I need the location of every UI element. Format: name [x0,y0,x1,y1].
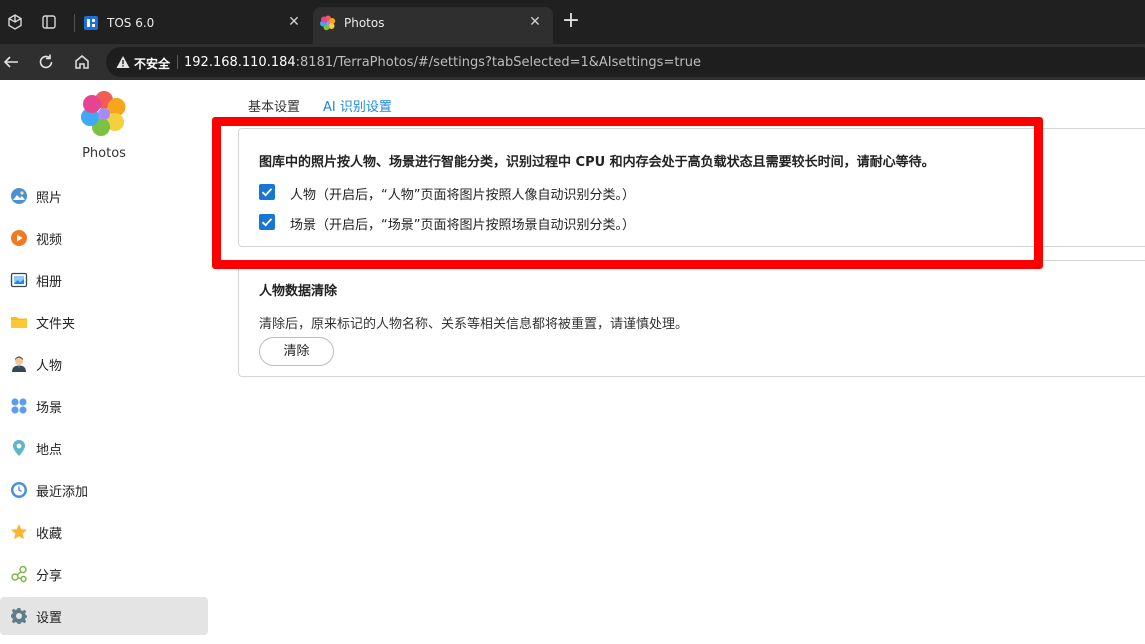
tab-actions-icon[interactable] [39,12,59,32]
url-text[interactable]: 192.168.110.184:8181/TerraPhotos/#/setti… [184,55,701,70]
new-tab-button[interactable]: + [560,10,582,33]
sidebar-item-photos[interactable]: 照片 [0,177,208,215]
home-icon[interactable] [71,51,93,73]
people-data-clear-description: 清除后，原来标记的人物名称、关系等相关信息都将被重置，请谨慎处理。 [259,317,689,332]
sidebar-item-label: 地点 [36,442,63,458]
sidebar-item-label: 设置 [36,610,63,626]
scene-icon [11,398,27,414]
sidebar-item-share[interactable]: 分享 [0,555,208,593]
photo-icon [11,188,27,204]
sidebar-item-places[interactable]: 地点 [0,429,208,467]
tab-divider [74,14,75,32]
security-label[interactable]: 不安全 [134,55,170,72]
sidebar-item-videos[interactable]: 视频 [0,219,208,257]
sidebar-item-label: 场景 [36,400,63,416]
sidebar-item-people[interactable]: 人物 [0,345,208,383]
sidebar-item-favorites[interactable]: 收藏 [0,513,208,551]
photos-favicon-icon [320,15,336,31]
tab-basic-settings[interactable]: 基本设置 [248,96,300,115]
share-icon [11,565,27,583]
browser-toolbar: 不安全 192.168.110.184:8181/TerraPhotos/#/s… [0,44,1145,80]
sidebar-item-label: 最近添加 [36,484,89,500]
sidebar-item-label: 视频 [36,232,63,248]
gear-icon [11,608,27,624]
url-path: :8181/TerraPhotos/#/settings?tabSelected… [295,55,702,70]
tab-title: TOS 6.0 [107,16,155,30]
people-data-clear-title: 人物数据清除 [259,284,338,299]
sidebar-item-scenes[interactable]: 场景 [0,387,208,425]
folder-icon [11,317,27,328]
sidebar-item-albums[interactable]: 相册 [0,261,208,299]
sidebar-item-folders[interactable]: 文件夹 [0,303,208,341]
sidebar-item-label: 相册 [36,274,63,290]
person-icon [12,356,26,372]
tab-ai-settings[interactable]: AI 识别设置 [323,96,392,115]
video-icon [11,230,27,246]
warning-icon[interactable] [116,55,130,69]
sidebar-item-label: 人物 [36,358,63,374]
back-icon[interactable] [0,51,22,73]
browser-tab-photos[interactable]: Photos ✕ [313,7,553,44]
close-tab-icon[interactable]: ✕ [286,14,302,30]
highlight-annotation-box [212,117,1043,269]
workspaces-icon[interactable] [5,12,25,32]
people-data-clear-card: 人物数据清除 清除后，原来标记的人物名称、关系等相关信息都将被重置，请谨慎处理。… [238,260,1145,377]
sidebar-item-label: 分享 [36,568,63,584]
address-bar[interactable]: 不安全 192.168.110.184:8181/TerraPhotos/#/s… [106,47,1145,77]
url-host: 192.168.110.184 [184,55,296,70]
browser-tab-tos[interactable]: TOS 6.0 ✕ [76,7,312,44]
sidebar-item-settings[interactable]: 设置 [0,597,208,635]
refresh-icon[interactable] [35,51,57,73]
recent-icon [11,482,27,498]
clear-button[interactable]: 清除 [259,337,334,366]
sidebar-item-label: 文件夹 [36,316,76,332]
address-divider [177,55,178,69]
album-icon [10,272,28,288]
browser-tab-bar: TOS 6.0 ✕ Photos ✕ + [0,0,1145,44]
location-icon [13,440,25,456]
sidebar-item-label: 收藏 [36,526,63,542]
photos-logo-icon [81,91,126,136]
star-icon [11,524,27,540]
tab-title: Photos [344,16,385,30]
close-tab-icon[interactable]: ✕ [527,14,543,30]
sidebar-item-recent[interactable]: 最近添加 [0,471,208,509]
app-name: Photos [82,146,126,161]
sidebar: Photos 照片 视频 相册 文件夹 人物 场景 地点 最近添加 收藏 分享 [0,80,214,644]
tos-favicon-icon [83,15,99,31]
sidebar-item-label: 照片 [36,190,63,206]
